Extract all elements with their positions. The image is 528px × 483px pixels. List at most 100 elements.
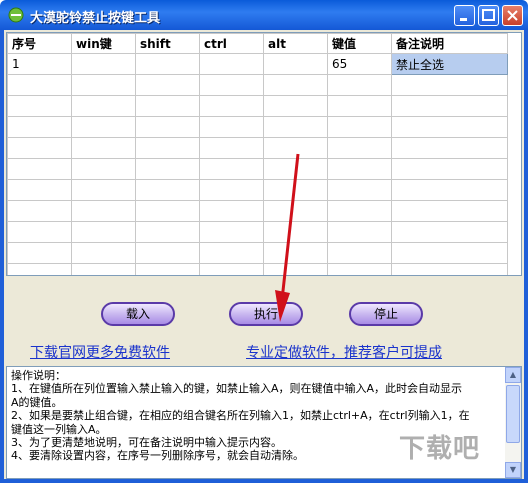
table-cell[interactable] bbox=[7, 200, 72, 222]
column-header-shift[interactable]: shift bbox=[135, 33, 200, 54]
table-cell[interactable] bbox=[7, 95, 72, 117]
table-cell[interactable] bbox=[135, 179, 200, 201]
load-button[interactable]: 载入 bbox=[101, 302, 175, 326]
table-cell[interactable] bbox=[391, 158, 508, 180]
table-cell[interactable] bbox=[71, 221, 136, 243]
table-cell[interactable] bbox=[71, 53, 136, 75]
column-header-keyvalue[interactable]: 键值 bbox=[327, 33, 392, 54]
table-cell[interactable] bbox=[135, 221, 200, 243]
table-row[interactable] bbox=[7, 74, 508, 96]
table-cell[interactable]: 65 bbox=[327, 53, 392, 75]
table-cell[interactable] bbox=[199, 221, 264, 243]
column-header-index[interactable]: 序号 bbox=[7, 33, 72, 54]
table-cell[interactable] bbox=[135, 242, 200, 264]
table-cell[interactable] bbox=[135, 95, 200, 117]
table-cell[interactable] bbox=[391, 263, 508, 275]
key-grid[interactable]: 序号 win键 shift ctrl alt 键值 备注说明 1 65 禁止全选 bbox=[6, 32, 522, 276]
column-header-ctrl[interactable]: ctrl bbox=[199, 33, 264, 54]
table-cell[interactable] bbox=[199, 53, 264, 75]
table-cell[interactable] bbox=[71, 158, 136, 180]
table-cell[interactable]: 禁止全选 bbox=[391, 53, 508, 75]
table-cell[interactable] bbox=[7, 263, 72, 275]
table-row[interactable] bbox=[7, 137, 508, 159]
table-cell[interactable] bbox=[135, 200, 200, 222]
table-cell[interactable] bbox=[327, 242, 392, 264]
table-row[interactable]: 1 65 禁止全选 bbox=[7, 53, 508, 75]
column-header-alt[interactable]: alt bbox=[263, 33, 328, 54]
table-cell[interactable] bbox=[391, 242, 508, 264]
table-cell[interactable] bbox=[199, 95, 264, 117]
table-cell[interactable] bbox=[199, 137, 264, 159]
table-row[interactable] bbox=[7, 158, 508, 180]
column-header-note[interactable]: 备注说明 bbox=[391, 33, 508, 54]
table-cell[interactable] bbox=[7, 242, 72, 264]
table-cell[interactable] bbox=[71, 137, 136, 159]
table-cell[interactable] bbox=[391, 200, 508, 222]
table-cell[interactable] bbox=[7, 221, 72, 243]
download-site-link[interactable]: 下载官网更多免费软件 bbox=[30, 342, 170, 362]
table-cell[interactable] bbox=[327, 158, 392, 180]
table-row[interactable] bbox=[7, 200, 508, 222]
table-cell[interactable] bbox=[199, 179, 264, 201]
table-cell[interactable] bbox=[327, 200, 392, 222]
table-cell[interactable] bbox=[71, 179, 136, 201]
table-cell[interactable] bbox=[7, 158, 72, 180]
table-row[interactable] bbox=[7, 242, 508, 264]
table-cell[interactable] bbox=[199, 242, 264, 264]
table-cell[interactable] bbox=[327, 95, 392, 117]
table-cell[interactable] bbox=[391, 221, 508, 243]
table-row[interactable] bbox=[7, 263, 508, 275]
table-cell[interactable] bbox=[327, 179, 392, 201]
table-cell[interactable] bbox=[263, 116, 328, 138]
table-cell[interactable] bbox=[263, 74, 328, 96]
table-cell[interactable] bbox=[391, 95, 508, 117]
table-cell[interactable] bbox=[199, 116, 264, 138]
table-cell[interactable] bbox=[135, 74, 200, 96]
maximize-button[interactable] bbox=[478, 5, 499, 26]
table-cell[interactable] bbox=[327, 116, 392, 138]
table-cell[interactable] bbox=[199, 263, 264, 275]
table-cell[interactable] bbox=[71, 74, 136, 96]
table-cell[interactable] bbox=[391, 179, 508, 201]
scroll-down-icon[interactable]: ▼ bbox=[505, 462, 521, 478]
table-cell[interactable] bbox=[391, 137, 508, 159]
custom-software-link[interactable]: 专业定做软件，推荐客户可提成 bbox=[246, 342, 442, 362]
table-cell[interactable] bbox=[391, 74, 508, 96]
column-header-win[interactable]: win键 bbox=[71, 33, 136, 54]
table-cell[interactable] bbox=[327, 74, 392, 96]
scroll-up-icon[interactable]: ▲ bbox=[505, 367, 521, 383]
table-cell[interactable] bbox=[7, 116, 72, 138]
table-cell[interactable]: 1 bbox=[7, 53, 72, 75]
table-row[interactable] bbox=[7, 95, 508, 117]
table-cell[interactable] bbox=[391, 116, 508, 138]
stop-button[interactable]: 停止 bbox=[349, 302, 423, 326]
table-cell[interactable] bbox=[135, 263, 200, 275]
table-cell[interactable] bbox=[135, 116, 200, 138]
table-cell[interactable] bbox=[135, 158, 200, 180]
table-cell[interactable] bbox=[327, 137, 392, 159]
table-cell[interactable] bbox=[7, 74, 72, 96]
table-cell[interactable] bbox=[71, 200, 136, 222]
table-cell[interactable] bbox=[135, 137, 200, 159]
close-button[interactable] bbox=[502, 5, 523, 26]
scroll-thumb[interactable] bbox=[506, 385, 520, 443]
table-row[interactable] bbox=[7, 221, 508, 243]
table-cell[interactable] bbox=[7, 137, 72, 159]
minimize-button[interactable] bbox=[454, 5, 475, 26]
table-cell[interactable] bbox=[263, 95, 328, 117]
table-cell[interactable] bbox=[199, 74, 264, 96]
table-cell[interactable] bbox=[71, 242, 136, 264]
table-row[interactable] bbox=[7, 116, 508, 138]
table-cell[interactable] bbox=[263, 53, 328, 75]
table-cell[interactable] bbox=[327, 263, 392, 275]
table-cell[interactable] bbox=[135, 53, 200, 75]
instructions-scrollbar[interactable]: ▲ ▼ bbox=[505, 367, 521, 478]
table-row[interactable] bbox=[7, 179, 508, 201]
table-cell[interactable] bbox=[71, 116, 136, 138]
table-cell[interactable] bbox=[199, 158, 264, 180]
table-cell[interactable] bbox=[71, 263, 136, 275]
table-cell[interactable] bbox=[327, 221, 392, 243]
table-cell[interactable] bbox=[7, 179, 72, 201]
table-cell[interactable] bbox=[199, 200, 264, 222]
table-cell[interactable] bbox=[71, 95, 136, 117]
